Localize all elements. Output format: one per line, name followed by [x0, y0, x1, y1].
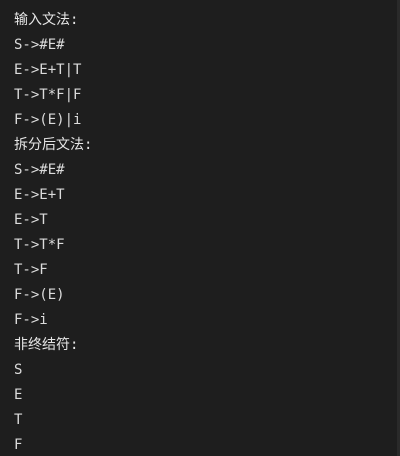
output-line: T->T*F|F [14, 87, 82, 103]
output-line: T [14, 412, 23, 428]
output-line: F->(E) [14, 287, 65, 303]
output-lines: 输入文法: S->#E# E->E+T|T T->T*F|F F->(E)|i … [14, 8, 390, 456]
section-heading-split-grammar: 拆分后文法: [14, 137, 93, 153]
output-line: T->T*F [14, 237, 65, 253]
output-line: F->(E)|i [14, 112, 82, 128]
output-line: F->i [14, 312, 48, 328]
output-line: S->#E# [14, 162, 65, 178]
cut-off-previous-line: · · · · : · · · · · · · · · [8, 0, 392, 2]
output-line: E->E+T|T [14, 62, 82, 78]
output-line: T->F [14, 262, 48, 278]
output-line: F [14, 437, 23, 453]
output-line: S->#E# [14, 37, 65, 53]
output-line: E->E+T [14, 187, 65, 203]
section-heading-nonterminals: 非终结符: [14, 337, 79, 353]
output-line: E->T [14, 212, 48, 228]
output-line: E [14, 387, 23, 403]
output-line: S [14, 362, 23, 378]
section-heading-input-grammar: 输入文法: [14, 12, 79, 28]
terminal-output: · · · · : · · · · · · · · · 输入文法: S->#E#… [0, 0, 400, 456]
